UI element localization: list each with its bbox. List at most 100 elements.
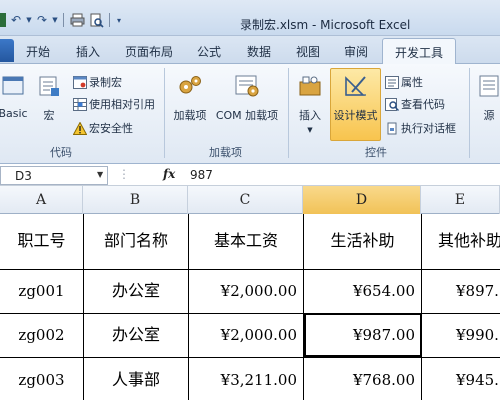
insert-control-label: 插入: [299, 109, 321, 122]
formula-bar: D3 ▼ ⋮ fx 987: [0, 165, 500, 186]
tab-review[interactable]: 审阅: [344, 43, 368, 60]
properties-label: 属性: [401, 76, 423, 89]
table-cell[interactable]: 人事部: [84, 360, 188, 400]
tab-home[interactable]: 开始: [26, 43, 50, 60]
run-dialog-icon: [387, 122, 397, 134]
undo-arrow-icon[interactable]: ↶: [9, 12, 23, 28]
design-mode-button[interactable]: 设计模式: [330, 74, 381, 123]
visual-basic-button[interactable]: Basic: [0, 74, 30, 120]
qat-divider: [109, 13, 110, 27]
run-dialog-button[interactable]: 执行对话框: [385, 120, 456, 136]
xml-source-icon: [479, 75, 499, 97]
gears-icon: [179, 76, 201, 94]
printer-icon[interactable]: [69, 12, 85, 28]
column-header-a[interactable]: A: [0, 186, 83, 214]
tab-view[interactable]: 视图: [296, 43, 320, 60]
chevron-down-icon[interactable]: ▼: [26, 12, 32, 28]
addins-button[interactable]: 加载项: [170, 74, 210, 123]
macro-security-label: 宏安全性: [89, 122, 133, 135]
table-cell[interactable]: 办公室: [84, 315, 188, 355]
column-headers: A B C D E: [0, 186, 500, 214]
table-cell[interactable]: 办公室: [84, 271, 188, 311]
group-divider: [164, 68, 165, 158]
table-cell[interactable]: ¥3,211.00: [189, 360, 303, 400]
tab-developer[interactable]: 开发工具: [382, 38, 457, 65]
chevron-down-icon[interactable]: ▼: [52, 12, 58, 28]
properties-icon: [385, 75, 399, 89]
tab-page-layout[interactable]: 页面布局: [125, 43, 173, 60]
grid-line: [0, 269, 500, 270]
record-macro-label: 录制宏: [89, 76, 122, 89]
view-code-button[interactable]: 查看代码: [385, 96, 445, 112]
table-cell[interactable]: ¥2,000.00: [189, 271, 303, 311]
table-cell[interactable]: zg003: [0, 360, 83, 400]
name-box-value: D3: [15, 169, 32, 183]
qat-divider: [63, 13, 64, 27]
file-tab[interactable]: [0, 39, 14, 62]
header-cell-other-allowance[interactable]: 其他补助: [422, 221, 500, 261]
addins-label: 加载项: [173, 109, 207, 122]
tab-insert[interactable]: 插入: [76, 43, 100, 60]
print-preview-icon[interactable]: [88, 12, 104, 28]
insert-function-icon[interactable]: fx: [163, 167, 175, 181]
group-divider: [288, 68, 289, 158]
ribbon: Basic 宏 录制宏 使用相对引用 宏安全性 代码 加载项 COM 加载项 加…: [0, 64, 500, 164]
macros-label: 宏: [43, 109, 55, 122]
header-cell-employee-id[interactable]: 职工号: [0, 221, 83, 261]
chevron-down-icon: ▼: [307, 126, 313, 134]
code-group-label: 代码: [50, 146, 72, 159]
warning-icon: [73, 121, 87, 135]
excel-app-icon[interactable]: [0, 13, 6, 27]
name-box[interactable]: D3 ▼: [0, 166, 108, 185]
resize-handle-icon[interactable]: ⋮: [118, 167, 130, 181]
column-header-e[interactable]: E: [421, 186, 500, 214]
record-macro-icon: [73, 75, 87, 89]
visual-basic-label: Basic: [0, 107, 28, 120]
relative-references-label: 使用相对引用: [89, 98, 155, 111]
redo-arrow-icon[interactable]: ↷: [35, 12, 49, 28]
customize-qat-icon[interactable]: ▾: [115, 12, 123, 28]
column-header-d[interactable]: D: [303, 186, 421, 214]
design-mode-icon: [344, 76, 366, 96]
header-cell-department[interactable]: 部门名称: [84, 221, 188, 261]
header-cell-living-allowance[interactable]: 生活补助: [304, 221, 421, 261]
table-cell[interactable]: ¥897.00: [422, 271, 500, 311]
table-cell[interactable]: ¥990.00: [422, 315, 500, 355]
relative-references-icon: [73, 97, 87, 111]
record-macro-button[interactable]: 录制宏: [73, 74, 122, 90]
chevron-down-icon[interactable]: ▼: [97, 170, 103, 179]
grid-line: [0, 357, 500, 358]
table-cell[interactable]: ¥654.00: [304, 271, 421, 311]
formula-input[interactable]: 987: [190, 168, 213, 182]
table-cell[interactable]: ¥768.00: [304, 360, 421, 400]
column-header-c[interactable]: C: [188, 186, 303, 214]
view-code-label: 查看代码: [401, 98, 445, 111]
tab-data[interactable]: 数据: [247, 43, 271, 60]
com-addins-label: COM 加载项: [215, 109, 279, 122]
macros-button[interactable]: 宏: [34, 74, 64, 123]
com-addins-button[interactable]: COM 加载项: [213, 74, 281, 123]
design-mode-label: 设计模式: [333, 109, 378, 122]
macro-security-button[interactable]: 宏安全性: [73, 120, 133, 136]
macros-icon: [39, 76, 59, 96]
table-cell[interactable]: zg001: [0, 271, 83, 311]
run-dialog-label: 执行对话框: [401, 122, 456, 135]
table-cell[interactable]: ¥2,000.00: [189, 315, 303, 355]
table-cell[interactable]: ¥945.00: [422, 360, 500, 400]
table-cell[interactable]: zg002: [0, 315, 83, 355]
relative-references-button[interactable]: 使用相对引用: [73, 96, 155, 112]
tab-formulas[interactable]: 公式: [197, 43, 221, 60]
properties-button[interactable]: 属性: [385, 74, 423, 90]
xml-source-label: 源: [483, 109, 495, 122]
grid-line: [0, 313, 500, 314]
insert-control-button[interactable]: 插入 ▼: [294, 74, 326, 134]
xml-source-button[interactable]: 源: [478, 74, 500, 123]
group-divider: [469, 68, 470, 158]
column-header-b[interactable]: B: [83, 186, 188, 214]
active-cell-outline: [304, 313, 422, 357]
visual-basic-icon: [2, 76, 24, 95]
header-cell-base-salary[interactable]: 基本工资: [189, 221, 303, 261]
window-title: 录制宏.xlsm - Microsoft Excel: [240, 18, 411, 32]
toolbox-icon: [299, 76, 321, 96]
ribbon-tabs: 开始 插入 页面布局 公式 数据 视图 审阅 开发工具: [0, 36, 500, 65]
